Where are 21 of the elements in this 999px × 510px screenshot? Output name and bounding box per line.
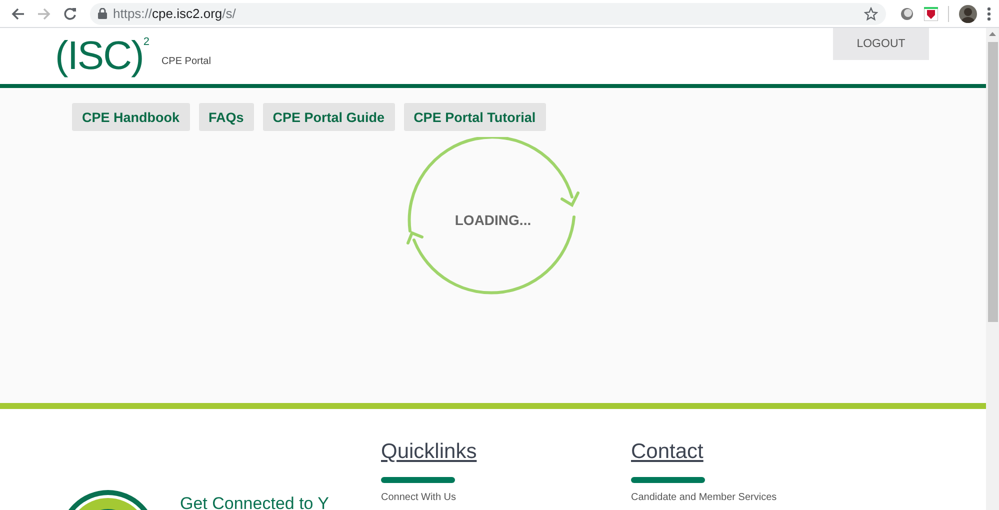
menu-icon[interactable] — [987, 6, 991, 20]
footer-heading[interactable]: Quicklinks — [381, 439, 631, 465]
extension-icon[interactable] — [900, 6, 914, 20]
footer-link[interactable]: Connect With Us — [381, 492, 631, 504]
nav-button[interactable]: FAQs — [198, 103, 254, 131]
logout-button[interactable]: LOGOUT — [833, 28, 929, 60]
portal-name: CPE Portal — [161, 56, 211, 67]
lock-icon — [98, 8, 107, 19]
footer-heading[interactable]: Contact — [631, 439, 881, 465]
star-icon[interactable] — [864, 6, 878, 20]
nav-button[interactable]: CPE Portal Guide — [262, 103, 395, 131]
shield-extension-icon[interactable] — [924, 6, 938, 20]
loading-text: LOADING... — [454, 212, 532, 228]
avatar-icon[interactable] — [959, 4, 977, 22]
url-text: https://cpe.isc2.org/s/ — [113, 6, 237, 21]
footer-link[interactable]: Candidate and Member Services — [631, 492, 881, 504]
scrollbar[interactable] — [986, 28, 999, 510]
nav-button[interactable]: CPE Portal Tutorial — [404, 103, 546, 131]
footer-tagline: Get Connected to Y — [180, 494, 330, 510]
nav-button[interactable]: CPE Handbook — [72, 103, 190, 131]
address-bar[interactable]: https://cpe.isc2.org/s/ — [90, 2, 886, 24]
